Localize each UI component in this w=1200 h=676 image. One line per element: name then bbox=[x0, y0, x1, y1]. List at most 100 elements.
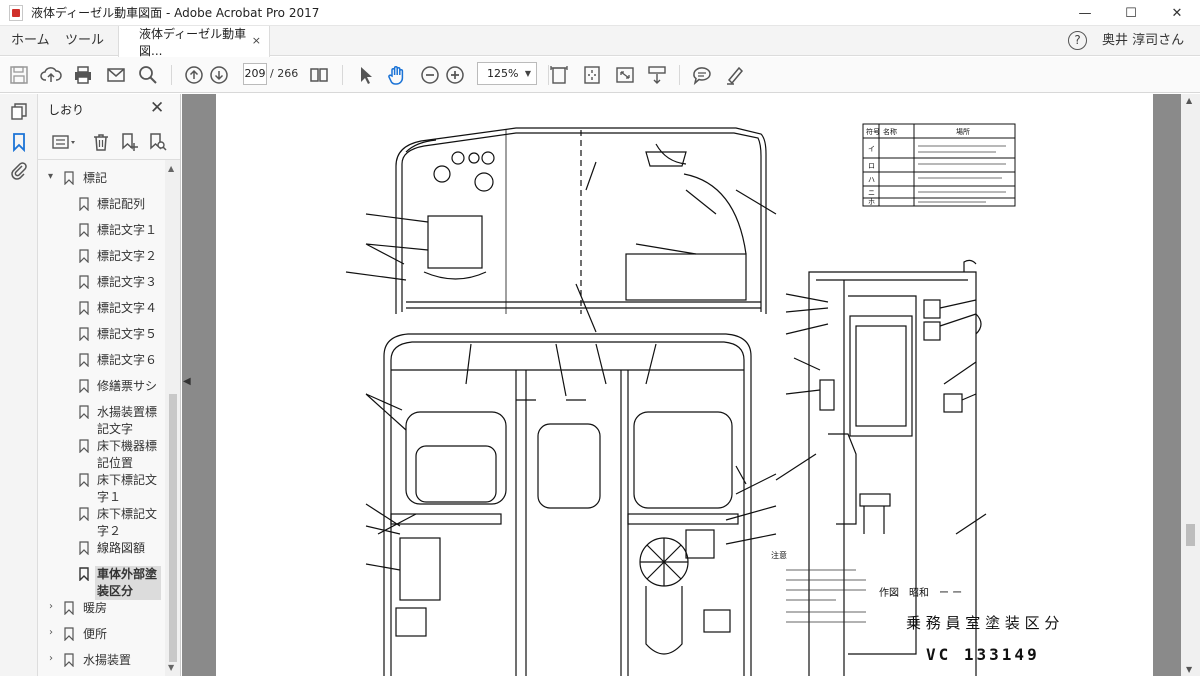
bookmark-icon bbox=[79, 405, 89, 420]
bookmark-icon bbox=[64, 627, 74, 642]
document-tab[interactable]: 液体ディーゼル動車図... × bbox=[118, 26, 270, 58]
chevron-right-icon[interactable]: › bbox=[49, 601, 53, 612]
legend-row-label: イ bbox=[868, 145, 875, 153]
bookmark-icon bbox=[64, 171, 74, 186]
bookmark-label: 線路図額 bbox=[97, 541, 146, 555]
pdf-page: 符号 名称 場所 イ ロ ハ ニ ホ 注意 作図 昭和 ー ー 乗 務 員 室 … bbox=[216, 94, 1153, 676]
bookmark-label: 標記文字２ bbox=[97, 249, 158, 263]
zoom-out-icon[interactable] bbox=[419, 64, 441, 86]
bookmark-label: 標記文字５ bbox=[97, 327, 158, 341]
bookmark-options-menu-icon[interactable] bbox=[52, 132, 78, 152]
bookmark-label: 修繕票サシ bbox=[97, 379, 158, 393]
scrollbar-thumb[interactable] bbox=[1186, 524, 1195, 546]
bookmark-label: 標記配列 bbox=[97, 197, 146, 211]
bookmark-label: 標記文字６ bbox=[97, 353, 158, 367]
find-bookmark-icon[interactable] bbox=[147, 132, 167, 152]
bookmark-label: 暖房 bbox=[83, 601, 108, 615]
scroll-down-arrow-icon[interactable]: ▼ bbox=[1186, 665, 1192, 674]
menu-bar: ホーム ツール 液体ディーゼル動車図... × ? 奥井 淳司さん bbox=[0, 26, 1200, 58]
search-icon[interactable] bbox=[137, 64, 159, 86]
chevron-down-icon[interactable]: ▾ bbox=[48, 171, 53, 182]
legend-header-symbol: 符号 bbox=[866, 127, 880, 136]
bookmark-label: 床下標記文字２ bbox=[97, 507, 158, 538]
bookmark-icon bbox=[64, 653, 74, 668]
bookmark-icon bbox=[79, 353, 89, 368]
bookmark-icon bbox=[79, 249, 89, 264]
window-title: 液体ディーゼル動車図面 - Adobe Acrobat Pro 2017 bbox=[31, 6, 320, 20]
page-number-input[interactable]: 209 bbox=[243, 63, 267, 85]
drawing-number: VC 133149 bbox=[926, 645, 1040, 664]
highlight-pen-icon[interactable] bbox=[724, 64, 746, 86]
bookmarks-scrollbar[interactable]: ▲ ▼ bbox=[165, 160, 180, 676]
fit-page-icon[interactable] bbox=[581, 64, 603, 86]
technical-drawing: 符号 名称 場所 イ ロ ハ ニ ホ 注意 作図 昭和 ー ー 乗 務 員 室 … bbox=[345, 123, 1059, 676]
cloud-upload-icon[interactable] bbox=[40, 64, 62, 86]
zoom-level-select[interactable]: 125% ▼ bbox=[477, 62, 537, 85]
full-screen-icon[interactable] bbox=[614, 64, 636, 86]
navigation-pane-strip bbox=[0, 94, 38, 676]
chevron-right-icon[interactable]: › bbox=[49, 627, 53, 638]
bookmark-icon bbox=[64, 601, 74, 616]
zoom-in-icon[interactable] bbox=[444, 64, 466, 86]
comment-icon[interactable] bbox=[691, 64, 713, 86]
bookmark-tree: ▾ 標記 標記配列 標記文字１ 標記文字２ 標記文字３ 標記文字４ 標記文字５ bbox=[38, 160, 165, 676]
bookmarks-panel: しおり ✕ ▾ 標記 標記配列 標記文字１ 標記文字２ 標記文字３ 標記文字４ … bbox=[38, 94, 181, 676]
bookmark-icon bbox=[79, 197, 89, 212]
bookmark-icon bbox=[79, 507, 89, 522]
acrobat-app-icon bbox=[9, 4, 23, 21]
bookmarks-panel-title: しおり bbox=[48, 103, 85, 117]
scroll-down-arrow-icon[interactable]: ▼ bbox=[168, 663, 174, 672]
bookmark-icon bbox=[79, 379, 89, 394]
legend-row-label: ニ bbox=[868, 189, 875, 197]
next-page-icon[interactable] bbox=[208, 64, 230, 86]
page-thumbnails-icon[interactable] bbox=[9, 102, 29, 122]
bookmark-icon bbox=[79, 301, 89, 316]
page-display-icon[interactable] bbox=[308, 64, 330, 86]
bookmark-label: 水揚装置標記文字 bbox=[97, 405, 158, 436]
bookmark-label: 床下標記文字１ bbox=[97, 473, 158, 504]
bookmark-icon bbox=[79, 473, 89, 488]
document-tab-close-button[interactable]: × bbox=[252, 34, 261, 47]
bookmark-label: 標記文字３ bbox=[97, 275, 158, 289]
previous-page-icon[interactable] bbox=[183, 64, 205, 86]
bookmark-icon bbox=[79, 567, 89, 582]
bookmark-icon bbox=[79, 541, 89, 556]
help-button[interactable]: ? bbox=[1068, 31, 1087, 50]
minimize-button[interactable]: — bbox=[1062, 0, 1108, 26]
save-icon[interactable] bbox=[8, 64, 30, 86]
bookmark-label: 便所 bbox=[83, 627, 108, 641]
bookmark-icon bbox=[79, 439, 89, 454]
chevron-right-icon[interactable]: › bbox=[49, 653, 53, 664]
maximize-button[interactable]: ☐ bbox=[1108, 0, 1154, 26]
collapse-left-pane-icon[interactable]: ◀ bbox=[183, 376, 191, 387]
close-panel-button[interactable]: ✕ bbox=[150, 98, 164, 118]
bookmarks-panel-icon[interactable] bbox=[9, 132, 29, 153]
new-bookmark-icon[interactable] bbox=[119, 132, 139, 152]
attachments-paperclip-icon[interactable] bbox=[9, 160, 29, 180]
scrollbar-thumb[interactable] bbox=[169, 394, 177, 662]
tab-tools[interactable]: ツール bbox=[65, 26, 104, 56]
bookmark-label: 標記文字４ bbox=[97, 301, 158, 315]
scroll-up-arrow-icon[interactable]: ▲ bbox=[1186, 96, 1192, 105]
scroll-up-arrow-icon[interactable]: ▲ bbox=[168, 164, 174, 173]
fit-width-icon[interactable] bbox=[548, 64, 570, 86]
tab-home[interactable]: ホーム bbox=[11, 26, 50, 56]
document-scrollbar[interactable]: ▲ ▼ bbox=[1181, 94, 1200, 676]
user-account-button[interactable]: 奥井 淳司さん bbox=[1102, 26, 1184, 56]
notes-header: 注意 bbox=[771, 550, 787, 560]
email-icon[interactable] bbox=[105, 64, 127, 86]
bookmark-icon bbox=[79, 327, 89, 342]
bookmark-icon bbox=[79, 223, 89, 238]
close-window-button[interactable]: ✕ bbox=[1154, 0, 1200, 26]
delete-bookmark-icon[interactable] bbox=[91, 132, 111, 152]
legend-header-name: 名称 bbox=[883, 127, 897, 136]
scroll-mode-icon[interactable] bbox=[646, 64, 668, 86]
bookmark-label: 車体外部塗装区分 bbox=[95, 566, 161, 600]
print-icon[interactable] bbox=[72, 64, 94, 86]
toolbar bbox=[0, 57, 1200, 93]
zoom-level-value: 125% bbox=[487, 67, 519, 80]
legend-row-label: ロ bbox=[868, 162, 875, 170]
bookmark-label: 床下機器標記位置 bbox=[97, 439, 158, 470]
select-cursor-icon[interactable] bbox=[354, 64, 376, 86]
hand-tool-icon[interactable] bbox=[386, 64, 408, 86]
